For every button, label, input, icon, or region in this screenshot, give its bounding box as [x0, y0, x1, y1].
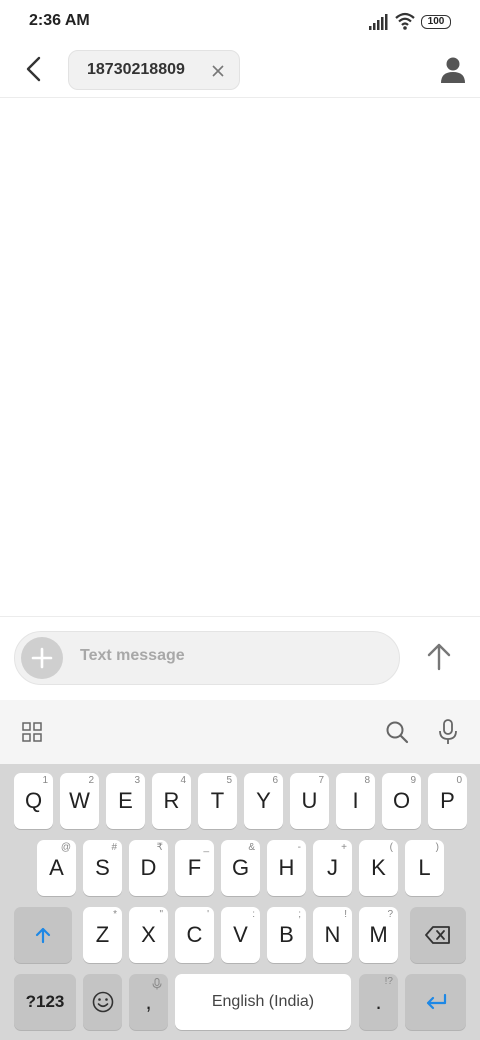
key-y[interactable]: Y6 [244, 773, 283, 829]
message-placeholder: Text message [80, 647, 185, 664]
symbols-key[interactable]: ?123 [14, 974, 76, 1030]
back-arrow-icon[interactable] [22, 56, 48, 82]
keyboard-toolbar [0, 700, 480, 764]
wifi-icon [395, 12, 415, 30]
key-a[interactable]: A @ [37, 840, 76, 896]
key-l[interactable]: L) [405, 840, 444, 896]
key-r[interactable]: R4 [152, 773, 191, 829]
key-i[interactable]: I8 [336, 773, 375, 829]
key-z[interactable]: Z * [83, 907, 122, 963]
enter-icon [426, 993, 446, 1010]
contact-icon[interactable] [440, 56, 466, 84]
key-d[interactable]: D ₹ [129, 840, 168, 896]
key-h[interactable]: H- [267, 840, 306, 896]
recipient-number: 18730218809 [87, 61, 185, 78]
key-k[interactable]: K( [359, 840, 398, 896]
status-time: 2:36 AM [29, 12, 90, 29]
close-icon[interactable] [210, 63, 226, 79]
emoji-key[interactable] [83, 974, 122, 1030]
key-t[interactable]: T5 [198, 773, 237, 829]
key-c[interactable]: C ' [175, 907, 214, 963]
shift-key[interactable] [14, 907, 72, 963]
backspace-icon [425, 926, 450, 944]
compose-bar: Text message [0, 616, 480, 700]
mic-hint-icon [152, 978, 162, 990]
period-key[interactable]: . !? [359, 974, 398, 1030]
signal-icon [369, 14, 388, 30]
key-x[interactable]: X " [129, 907, 168, 963]
key-j[interactable]: J + [313, 840, 352, 896]
status-bar: 2:36 AM 100 [0, 0, 480, 44]
grid-icon[interactable] [22, 722, 42, 742]
keyboard: Q1 W2 E3 R4 T5 Y6 U7 I8 O9 P0 A @ S # D ₹ F… [0, 700, 480, 1040]
comma-key[interactable]: , [129, 974, 168, 1030]
shift-arrow-icon [35, 927, 51, 944]
send-icon[interactable] [424, 641, 454, 673]
key-u[interactable]: U7 [290, 773, 329, 829]
search-icon[interactable] [385, 720, 409, 744]
battery-icon: 100 [421, 15, 451, 29]
recipient-chip[interactable]: 18730218809 [68, 50, 240, 90]
key-v[interactable]: V: [221, 907, 260, 963]
add-attachment-icon[interactable] [21, 637, 63, 679]
conversation-header: 18730218809 [0, 44, 480, 98]
key-p[interactable]: P0 [428, 773, 467, 829]
key-q[interactable]: Q1 [14, 773, 53, 829]
key-s[interactable]: S # [83, 840, 122, 896]
key-o[interactable]: O9 [382, 773, 421, 829]
key-b[interactable]: B; [267, 907, 306, 963]
mic-icon[interactable] [438, 719, 458, 745]
key-n[interactable]: N! [313, 907, 352, 963]
backspace-key[interactable] [410, 907, 466, 963]
key-e[interactable]: E3 [106, 773, 145, 829]
key-w[interactable]: W2 [60, 773, 99, 829]
message-input[interactable]: Text message [14, 631, 400, 685]
key-m[interactable]: M? [359, 907, 398, 963]
emoji-icon [92, 991, 113, 1013]
key-f[interactable]: F _ [175, 840, 214, 896]
enter-key[interactable] [405, 974, 466, 1030]
key-g[interactable]: G & [221, 840, 260, 896]
space-key[interactable]: English (India) [175, 974, 351, 1030]
